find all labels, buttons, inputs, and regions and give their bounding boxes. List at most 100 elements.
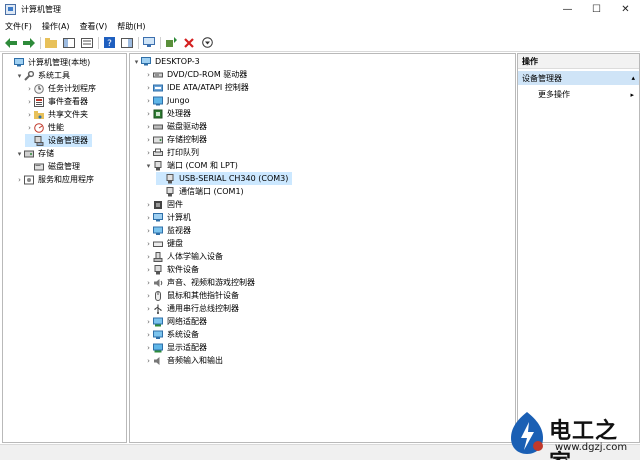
back-arrow-icon[interactable]	[4, 36, 18, 50]
expand-chevron-icon[interactable]: ›	[144, 97, 153, 105]
expand-chevron-icon[interactable]: ›	[144, 110, 153, 118]
computer-management-icon	[5, 4, 16, 15]
collapse-chevron-icon[interactable]: ▾	[132, 58, 141, 66]
device-tree-item[interactable]: › IDE ATA/ATAPI 控制器	[144, 81, 249, 94]
device-tree-item[interactable]: › 处理器	[144, 107, 191, 120]
device-tree-item[interactable]: ▾ DESKTOP-3	[132, 55, 200, 68]
usb-icon	[153, 304, 163, 314]
device-tree-item[interactable]: › 固件	[144, 198, 183, 211]
jungo-icon	[153, 96, 163, 106]
menu-view[interactable]: 查看(V)	[75, 21, 113, 32]
expand-chevron-icon[interactable]: ›	[25, 124, 34, 132]
nav-tree-item[interactable]: › 性能	[25, 121, 64, 134]
monitor-scan-icon[interactable]	[142, 36, 156, 50]
expand-chevron-icon[interactable]: ›	[25, 111, 34, 119]
expand-chevron-icon[interactable]: ›	[144, 214, 153, 222]
device-tree-item[interactable]: 通信端口 (COM1)	[156, 185, 244, 198]
device-tree-item[interactable]: › 监视器	[144, 224, 191, 237]
device-tree-item[interactable]: › 人体学输入设备	[144, 250, 223, 263]
expand-chevron-icon[interactable]: ›	[144, 71, 153, 79]
expand-chevron-icon[interactable]: ›	[144, 318, 153, 326]
tools-icon	[24, 70, 34, 81]
device-tree-item[interactable]: › 存储控制器	[144, 133, 207, 146]
console-icon[interactable]	[120, 36, 134, 50]
software-device-icon	[153, 264, 163, 275]
menu-file[interactable]: 文件(F)	[0, 21, 37, 32]
close-button[interactable]: ✕	[611, 0, 640, 19]
expand-chevron-icon[interactable]: ›	[144, 201, 153, 209]
nav-tree-item[interactable]: › 共享文件夹	[25, 108, 88, 121]
more-actions-item[interactable]: 更多操作 ▸	[538, 88, 638, 101]
expand-chevron-icon[interactable]: ›	[15, 176, 24, 184]
device-tree-item[interactable]: › 声音、视频和游戏控制器	[144, 276, 255, 289]
expand-chevron-icon[interactable]: ›	[144, 136, 153, 144]
expand-chevron-icon[interactable]: ›	[25, 98, 34, 106]
nav-tree-item[interactable]: ▾ 存储	[15, 147, 54, 160]
device-tree-label: 键盘	[167, 239, 183, 248]
nav-tree-item[interactable]: › 任务计划程序	[25, 82, 96, 95]
enable-device-icon[interactable]	[200, 36, 214, 50]
ide-icon	[153, 83, 163, 93]
collapse-chevron-icon[interactable]: ▾	[144, 162, 153, 170]
nav-tree-item[interactable]: 设备管理器	[25, 134, 92, 147]
device-tree-item[interactable]: › 键盘	[144, 237, 183, 250]
menu-help[interactable]: 帮助(H)	[112, 21, 150, 32]
expand-chevron-icon[interactable]: ›	[144, 84, 153, 92]
dvd-icon	[153, 70, 163, 80]
expand-chevron-icon[interactable]: ›	[144, 240, 153, 248]
device-tree-item[interactable]: › 显示适配器	[144, 341, 207, 354]
device-tree-item[interactable]: › 音频输入和输出	[144, 354, 223, 367]
nav-tree-item[interactable]: › 事件查看器	[25, 95, 88, 108]
expand-chevron-icon[interactable]: ›	[144, 279, 153, 287]
expand-chevron-icon[interactable]: ›	[144, 149, 153, 157]
expand-chevron-icon[interactable]: ›	[144, 331, 153, 339]
device-tree-item[interactable]: › 鼠标和其他指针设备	[144, 289, 239, 302]
collapse-caret-icon[interactable]: ▴	[631, 74, 635, 82]
expand-chevron-icon[interactable]: ›	[144, 227, 153, 235]
help-icon[interactable]: ?	[102, 36, 116, 50]
firmware-icon	[153, 200, 163, 210]
collapse-chevron-icon[interactable]: ▾	[15, 72, 24, 80]
device-tree-item[interactable]: › 系统设备	[144, 328, 199, 341]
expand-chevron-icon[interactable]: ›	[144, 305, 153, 313]
nav-tree-item[interactable]: ▾ 系统工具	[15, 69, 70, 82]
expand-chevron-icon[interactable]: ›	[144, 123, 153, 131]
device-tree-item[interactable]: › 磁盘驱动器	[144, 120, 207, 133]
device-tree-item[interactable]: › 通用串行总线控制器	[144, 302, 239, 315]
actions-section-device-manager[interactable]: 设备管理器 ▴	[518, 71, 639, 85]
device-tree-item[interactable]: › 软件设备	[144, 263, 199, 276]
device-tree-item[interactable]: › DVD/CD-ROM 驱动器	[144, 68, 247, 81]
maximize-button[interactable]: ☐	[582, 0, 611, 19]
device-tree-item[interactable]: USB-SERIAL CH340 (COM3)	[156, 172, 293, 185]
device-tree-label: 计算机	[167, 213, 191, 222]
device-tree-label: 通用串行总线控制器	[167, 304, 239, 313]
menu-action[interactable]: 操作(A)	[37, 21, 75, 32]
up-folder-icon[interactable]	[44, 36, 58, 50]
minimize-button[interactable]: —	[553, 0, 582, 19]
nav-tree-item[interactable]: 计算机管理(本地)	[5, 56, 90, 69]
nav-tree-label: 系统工具	[38, 71, 70, 80]
nav-tree-item[interactable]: 磁盘管理	[25, 160, 80, 173]
show-hide-tree-icon[interactable]	[62, 36, 76, 50]
nav-tree-item[interactable]: › 服务和应用程序	[15, 173, 94, 186]
collapse-chevron-icon[interactable]: ▾	[15, 150, 24, 158]
device-tree-item[interactable]: › Jungo	[144, 94, 189, 107]
uninstall-x-icon[interactable]	[182, 36, 196, 50]
properties-icon[interactable]	[80, 36, 94, 50]
device-tree-label: 端口 (COM 和 LPT)	[167, 161, 238, 170]
expand-chevron-icon[interactable]: ›	[144, 253, 153, 261]
device-tree-item[interactable]: ▾ 端口 (COM 和 LPT)	[144, 159, 238, 172]
expand-chevron-icon[interactable]: ›	[144, 344, 153, 352]
expand-chevron-icon[interactable]: ›	[144, 266, 153, 274]
device-manager-icon	[34, 135, 44, 146]
expand-chevron-icon[interactable]: ›	[144, 357, 153, 365]
disk-drive-icon	[153, 122, 163, 132]
update-driver-icon[interactable]	[164, 36, 178, 50]
device-tree-item[interactable]: › 打印队列	[144, 146, 199, 159]
expand-chevron-icon[interactable]: ›	[25, 85, 34, 93]
menu-bar: 文件(F) 操作(A) 查看(V) 帮助(H)	[0, 19, 640, 34]
device-tree-item[interactable]: › 网络适配器	[144, 315, 207, 328]
expand-chevron-icon[interactable]: ›	[144, 292, 153, 300]
device-tree-item[interactable]: › 计算机	[144, 211, 191, 224]
forward-arrow-icon[interactable]	[22, 36, 36, 50]
